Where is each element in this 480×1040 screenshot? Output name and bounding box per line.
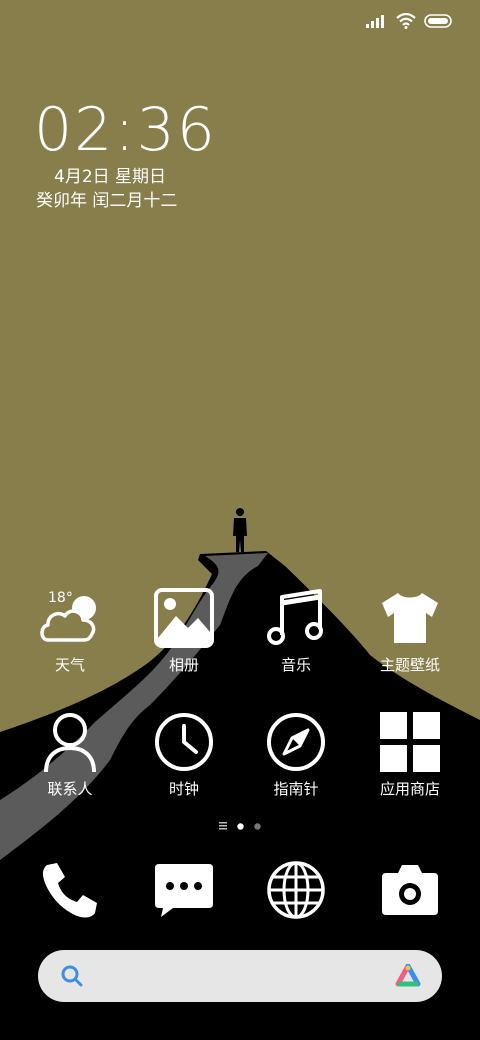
clock-time[interactable]: 02:36	[34, 92, 217, 168]
compass-icon	[267, 713, 325, 771]
person-icon	[44, 713, 96, 772]
app-label-themes: 主题壁纸	[379, 656, 440, 674]
app-themes[interactable]: 主题壁纸	[350, 586, 470, 674]
page-dot-active	[237, 822, 244, 830]
page-dot	[254, 822, 261, 830]
page-list-icon	[219, 822, 227, 830]
page-indicator[interactable]	[0, 822, 480, 830]
wifi-icon	[396, 13, 416, 29]
app-compass[interactable]: 指南针	[236, 710, 356, 798]
phone-icon	[42, 863, 97, 918]
status-bar	[366, 8, 452, 34]
app-label-contacts: 联系人	[47, 780, 93, 798]
messages-icon	[155, 864, 213, 917]
app-label-clock: 时钟	[168, 780, 199, 798]
browser-globe-icon	[267, 861, 325, 919]
dock-phone[interactable]	[10, 858, 130, 922]
music-note-icon	[267, 589, 323, 645]
camera-icon	[382, 865, 438, 915]
app-contacts[interactable]: 联系人	[10, 710, 130, 798]
search-bar[interactable]	[38, 950, 442, 1002]
date-text: 4月2日 星期日	[54, 167, 167, 187]
signal-icon	[366, 15, 384, 28]
weather-cloud-icon	[40, 596, 96, 642]
search-icon[interactable]	[60, 964, 84, 988]
gallery-icon	[154, 588, 214, 648]
clock-icon	[155, 713, 213, 771]
assistant-logo-icon[interactable]	[394, 964, 422, 988]
dock-browser[interactable]	[236, 858, 356, 922]
app-weather[interactable]: 天气	[10, 586, 130, 674]
app-label-compass: 指南针	[273, 780, 319, 798]
dock-messages[interactable]	[124, 858, 244, 922]
app-label-music: 音乐	[280, 656, 311, 674]
lunar-date-text: 癸卯年 闰二月十二	[36, 191, 178, 211]
tshirt-icon	[382, 593, 438, 643]
app-music[interactable]: 音乐	[236, 586, 356, 674]
battery-icon	[424, 14, 452, 28]
app-clock[interactable]: 时钟	[124, 710, 244, 798]
app-label-store: 应用商店	[379, 780, 440, 798]
app-label-gallery: 相册	[168, 656, 199, 674]
dock-camera[interactable]	[350, 858, 470, 922]
app-store-grid-icon	[380, 712, 440, 772]
app-store[interactable]: 应用商店	[350, 710, 470, 798]
app-gallery[interactable]: 相册	[124, 586, 244, 674]
app-label-weather: 天气	[54, 656, 85, 674]
